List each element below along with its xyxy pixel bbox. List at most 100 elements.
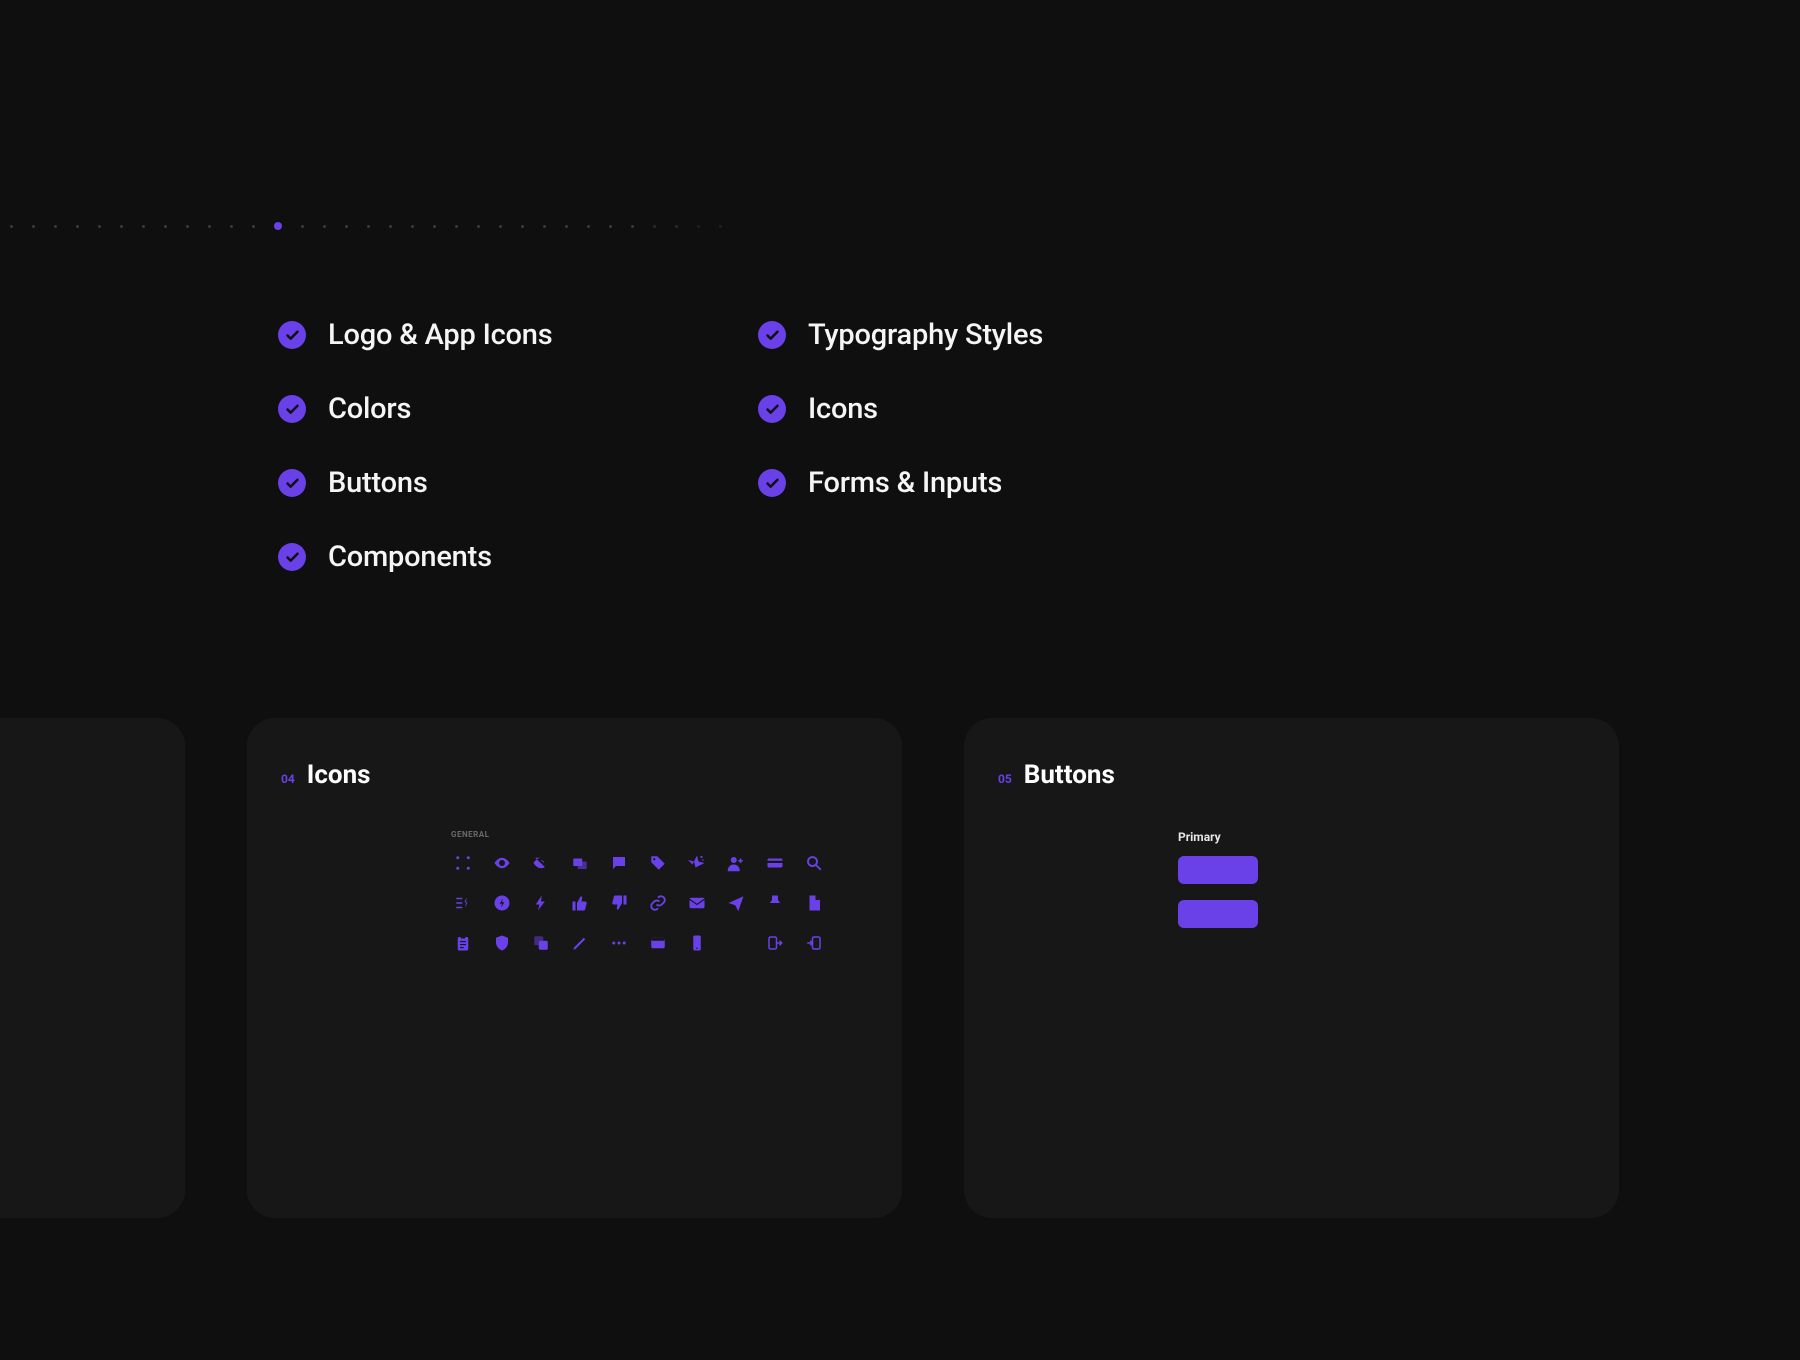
phone-icon <box>685 931 709 955</box>
feature-column-left: Logo & App Icons Colors Buttons Componen… <box>278 318 638 574</box>
pin-icon <box>763 891 787 915</box>
feature-column-right: Typography Styles Icons Forms & Inputs <box>758 318 1118 574</box>
dot <box>741 225 744 228</box>
dot <box>389 225 392 228</box>
card-partial-left <box>0 718 185 1218</box>
dot <box>609 225 612 228</box>
card-title: Buttons <box>1024 760 1115 790</box>
feature-item: Typography Styles <box>758 318 1118 352</box>
dot <box>433 225 436 228</box>
icon-grid <box>451 851 868 955</box>
shield-icon <box>490 931 514 955</box>
clipboard-icon <box>451 931 475 955</box>
dot <box>543 225 546 228</box>
feature-label: Components <box>328 540 492 574</box>
dot-active <box>274 222 282 230</box>
eye-icon <box>490 851 514 875</box>
thumbs-up-icon <box>568 891 592 915</box>
dot <box>653 225 656 228</box>
dot <box>499 225 502 228</box>
card-header: 04 Icons <box>281 760 868 790</box>
dot <box>252 225 255 228</box>
file-icon <box>802 891 826 915</box>
card-icon <box>763 851 787 875</box>
tag-icon <box>646 851 670 875</box>
blank-icon <box>724 931 748 955</box>
dot <box>675 225 678 228</box>
overlay-icon <box>529 931 553 955</box>
check-icon <box>278 395 306 423</box>
bolt-circle-icon <box>490 891 514 915</box>
sample-button <box>1178 900 1258 928</box>
dot <box>98 225 101 228</box>
send-icon <box>724 891 748 915</box>
search-icon <box>802 851 826 875</box>
feature-item: Icons <box>758 392 1118 426</box>
dot <box>230 225 233 228</box>
dot <box>186 225 189 228</box>
sample-button <box>1178 856 1258 884</box>
dot <box>631 225 634 228</box>
feature-label: Buttons <box>328 466 428 500</box>
feature-label: Icons <box>808 392 878 426</box>
dot <box>367 225 370 228</box>
feature-label: Colors <box>328 392 411 426</box>
feature-item: Components <box>278 540 638 574</box>
icons-section-label: GENERAL <box>451 830 868 839</box>
dot <box>142 225 145 228</box>
dot <box>345 225 348 228</box>
bolt-list-icon <box>451 891 475 915</box>
pagination-dots <box>0 222 1260 230</box>
thumbs-down-icon <box>607 891 631 915</box>
pencil-icon <box>568 931 592 955</box>
dot <box>587 225 590 228</box>
dot <box>697 225 700 228</box>
sparkles-icon <box>685 851 709 875</box>
card-icons: 04 Icons GENERAL <box>247 718 902 1218</box>
more-icon <box>607 931 631 955</box>
card-header: 05 Buttons <box>998 760 1585 790</box>
dot <box>323 225 326 228</box>
dot <box>10 225 13 228</box>
dot <box>477 225 480 228</box>
sample-buttons <box>1178 856 1585 928</box>
feature-label: Logo & App Icons <box>328 318 552 352</box>
feature-list: Logo & App Icons Colors Buttons Componen… <box>278 318 1118 574</box>
dot <box>521 225 524 228</box>
user-plus-icon <box>724 851 748 875</box>
window-icon <box>646 931 670 955</box>
check-icon <box>278 321 306 349</box>
card-number: 05 <box>998 772 1012 786</box>
dot <box>455 225 458 228</box>
check-icon <box>278 543 306 571</box>
dot <box>54 225 57 228</box>
card-buttons: 05 Buttons Primary <box>964 718 1619 1218</box>
chat-icon <box>607 851 631 875</box>
dot <box>565 225 568 228</box>
card-number: 04 <box>281 772 295 786</box>
feature-label: Typography Styles <box>808 318 1043 352</box>
dot <box>208 225 211 228</box>
link-icon <box>646 891 670 915</box>
feature-item: Colors <box>278 392 638 426</box>
dots-grid-icon <box>451 851 475 875</box>
dot <box>301 225 304 228</box>
feature-item: Logo & App Icons <box>278 318 638 352</box>
bolt-icon <box>529 891 553 915</box>
dot <box>164 225 167 228</box>
mail-icon <box>685 891 709 915</box>
cards-strip: 04 Icons GENERAL <box>0 718 1619 1218</box>
feature-label: Forms & Inputs <box>808 466 1002 500</box>
check-icon <box>758 321 786 349</box>
feature-item: Forms & Inputs <box>758 466 1118 500</box>
feature-item: Buttons <box>278 466 638 500</box>
login-icon <box>802 931 826 955</box>
logout-icon <box>763 931 787 955</box>
dot <box>411 225 414 228</box>
check-icon <box>758 469 786 497</box>
windows-icon <box>568 851 592 875</box>
dot <box>719 225 722 228</box>
buttons-section-label: Primary <box>1178 830 1585 844</box>
dot <box>76 225 79 228</box>
eye-slash-icon <box>529 851 553 875</box>
